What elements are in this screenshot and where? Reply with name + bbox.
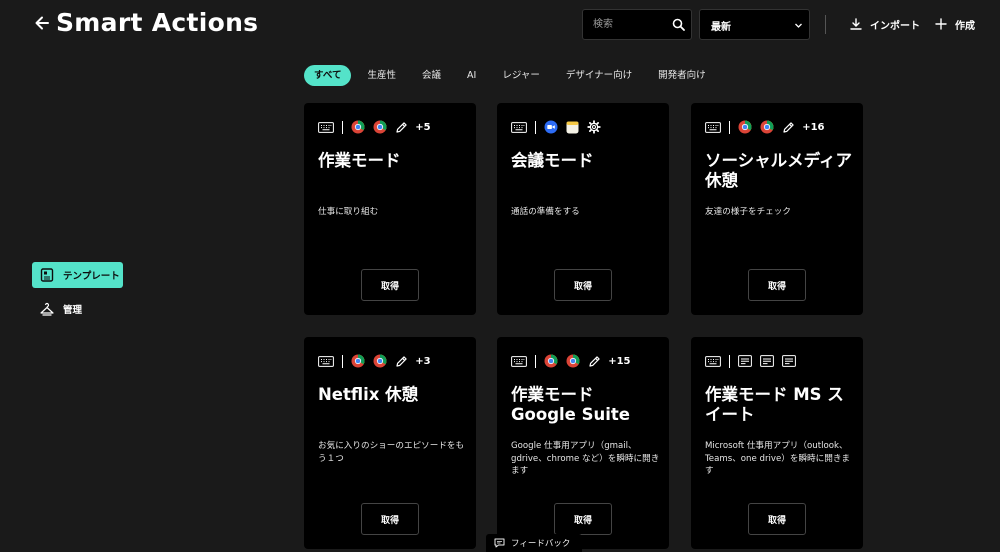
search-box[interactable] — [582, 9, 692, 40]
create-label: 作成 — [955, 20, 975, 32]
card-app-icons: +15 — [511, 354, 630, 368]
template-card: +15 作業モード Google Suite Google 仕事用アプリ（gmail… — [497, 337, 669, 549]
filter-tab[interactable]: 開発者向け — [648, 65, 716, 86]
keyboard-icon — [511, 121, 527, 133]
icon-separator — [342, 354, 344, 368]
app-window-icon — [760, 355, 775, 367]
card-title: 会議モード — [511, 151, 594, 170]
filter-tabs: すべて 生産性 会議 AI レジャー デザイナー向け 開発者向け — [304, 65, 722, 86]
sort-value: 最新 — [711, 22, 731, 33]
pencil-icon — [395, 121, 408, 134]
template-icon — [40, 268, 54, 282]
import-label: インポート — [870, 20, 920, 32]
header-divider — [825, 15, 826, 34]
card-app-icons: +16 — [705, 120, 824, 134]
more-actions-count: +3 — [415, 355, 431, 367]
pencil-icon — [782, 121, 795, 134]
back-arrow-icon[interactable] — [34, 12, 50, 34]
notes-icon — [566, 121, 579, 134]
card-description: お気に入りのショーのエピソードをもう１つ — [318, 441, 465, 464]
template-card: 会議モード通話の準備をする取得 — [497, 103, 669, 315]
icon-separator — [535, 354, 537, 368]
filter-tab[interactable]: レジャー — [492, 65, 550, 86]
chrome-icon — [738, 120, 752, 134]
pencil-icon — [395, 355, 408, 368]
get-button[interactable]: 取得 — [554, 269, 612, 301]
sidebar-item-templates[interactable]: テンプレート — [32, 262, 123, 288]
card-title: ソーシャルメディア休憩 — [705, 151, 853, 190]
icon-separator — [535, 120, 537, 134]
card-description: 仕事に取り組む — [318, 207, 379, 217]
create-button[interactable]: 作成 — [935, 14, 975, 34]
card-description: Google 仕事用アプリ（gmail、gdrive、chrome など）を瞬時… — [511, 441, 660, 476]
plus-icon — [935, 18, 947, 30]
import-button[interactable]: インポート — [850, 14, 920, 34]
chrome-icon — [351, 354, 365, 368]
pencil-icon — [588, 355, 601, 368]
card-title: 作業モード Google Suite — [511, 385, 630, 424]
card-app-icons — [511, 120, 601, 134]
icon-separator — [729, 120, 731, 134]
chrome-icon — [373, 120, 387, 134]
chrome-icon — [351, 120, 365, 134]
more-actions-count: +15 — [608, 355, 631, 367]
filter-tab[interactable]: 生産性 — [357, 65, 406, 86]
search-input[interactable] — [593, 10, 665, 39]
filter-tab[interactable]: すべて — [304, 65, 352, 86]
filter-tab[interactable]: 会議 — [412, 65, 451, 86]
sort-dropdown[interactable]: 最新 — [699, 9, 810, 40]
filter-tab[interactable]: デザイナー向け — [556, 65, 642, 86]
sidebar-item-label: 管理 — [63, 305, 83, 316]
template-card: +5 作業モード仕事に取り組む取得 — [304, 103, 476, 315]
icon-separator — [342, 120, 344, 134]
sidebar-item-label: テンプレート — [63, 271, 120, 282]
icon-separator — [729, 354, 731, 368]
keyboard-icon — [318, 355, 334, 367]
app-window-icon — [782, 355, 797, 367]
more-actions-count: +5 — [415, 121, 431, 133]
get-button[interactable]: 取得 — [748, 503, 806, 535]
card-description: 友達の様子をチェック — [705, 207, 791, 217]
search-icon[interactable] — [672, 18, 685, 31]
feedback-button[interactable]: フィードバック — [486, 534, 582, 552]
filter-tab[interactable]: AI — [457, 65, 486, 86]
get-button[interactable]: 取得 — [361, 503, 419, 535]
keyboard-icon — [705, 121, 721, 133]
card-app-icons — [705, 354, 797, 368]
app-window-icon — [738, 355, 753, 367]
card-title: 作業モード — [318, 151, 401, 170]
chevron-down-icon — [795, 23, 802, 28]
feedback-icon — [494, 538, 505, 548]
page-title: Smart Actions — [56, 8, 259, 37]
get-button[interactable]: 取得 — [748, 269, 806, 301]
chrome-icon — [566, 354, 580, 368]
get-button[interactable]: 取得 — [361, 269, 419, 301]
template-card: 作業モード MS スイート Microsoft 仕事用アプリ（outlook、Te… — [691, 337, 863, 549]
keyboard-icon — [705, 355, 721, 367]
chrome-icon — [544, 354, 558, 368]
more-actions-count: +16 — [802, 121, 825, 133]
get-button[interactable]: 取得 — [554, 503, 612, 535]
keyboard-icon — [318, 121, 334, 133]
card-description: Microsoft 仕事用アプリ（outlook、Teams、one drive… — [705, 441, 851, 476]
chrome-icon — [373, 354, 387, 368]
template-card: +16 ソーシャルメディア休憩友達の様子をチェック取得 — [691, 103, 863, 315]
download-icon — [850, 18, 862, 30]
card-title: 作業モード MS スイート — [705, 385, 844, 424]
template-card: +3 Netflix 休憩お気に入りのショーのエピソードをもう１つ取得 — [304, 337, 476, 549]
card-title: Netflix 休憩 — [318, 385, 419, 404]
chrome-icon — [760, 120, 774, 134]
keyboard-icon — [511, 355, 527, 367]
hanger-icon — [40, 302, 54, 316]
gear-icon — [587, 120, 601, 134]
card-description: 通話の準備をする — [511, 207, 580, 217]
card-app-icons: +5 — [318, 120, 431, 134]
zoom-icon — [544, 120, 558, 134]
sidebar-item-manage[interactable]: 管理 — [32, 296, 123, 322]
card-app-icons: +3 — [318, 354, 431, 368]
feedback-label: フィードバック — [511, 539, 571, 549]
